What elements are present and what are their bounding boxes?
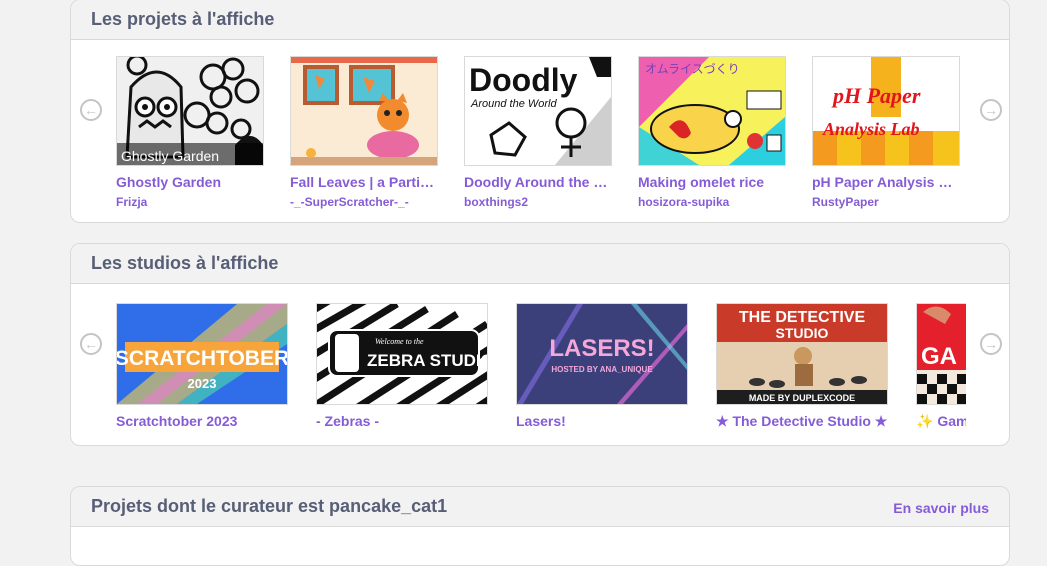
curated-projects-header: Projets dont le curateur est pancake_cat… [71, 487, 1009, 527]
studio-title[interactable]: ★ The Detective Studio ★ [716, 413, 888, 430]
thumb-caption: LASERS! [549, 335, 654, 362]
thumb-footer: MADE BY DUPLEXCODE [749, 393, 855, 403]
project-thumbnail[interactable]: オムライスづくり [638, 56, 786, 166]
project-title[interactable]: Fall Leaves | a Particle Engine [290, 174, 438, 190]
studio-title[interactable]: Lasers! [516, 413, 688, 429]
featured-studios-title: Les studios à l'affiche [91, 253, 279, 273]
project-title[interactable]: pH Paper Analysis Lab [812, 174, 960, 190]
project-author[interactable]: hosizora-supika [638, 195, 786, 209]
studio-title[interactable]: ✨ Games ✨ [916, 413, 966, 430]
thumb-caption: SCRATCHTOBER [117, 347, 287, 370]
studio-thumbnail[interactable]: SCRATCHTOBER 2023 [116, 303, 288, 405]
project-title[interactable]: Doodly Around the World [464, 174, 612, 190]
thumb-subcaption: Welcome to the [375, 337, 424, 346]
thumb-caption: Ghostly Garden [121, 148, 219, 164]
studio-thumbnail[interactable]: LASERS! HOSTED BY ANA_UNIQUE [516, 303, 688, 405]
thumb-subcaption: Around the World [470, 98, 557, 110]
studio-thumbnail[interactable]: GA [916, 303, 966, 405]
project-thumbnail[interactable]: pH Paper Analysis Lab [812, 56, 960, 166]
carousel-prev-arrow-icon[interactable]: ← [80, 333, 102, 355]
featured-projects-box: Les projets à l'affiche ← → Ghostly Gard… [70, 0, 1010, 223]
carousel-next-arrow-icon[interactable]: → [980, 99, 1002, 121]
thumb-caption: オムライスづくり [645, 62, 740, 76]
studio-thumbnail[interactable]: Welcome to the ZEBRA STUDIO [316, 303, 488, 405]
thumb-subcaption: 2023 [188, 376, 217, 391]
curated-projects-title: Projets dont le curateur est pancake_cat… [91, 496, 448, 516]
thumb-caption: Doodly [469, 62, 578, 98]
project-author[interactable]: RustyPaper [812, 195, 960, 209]
thumb-subcaption: HOSTED BY ANA_UNIQUE [551, 365, 653, 374]
thumb-caption: pH Paper [831, 83, 921, 108]
thumb-caption: ZEBRA STUDIO [367, 351, 487, 370]
project-author[interactable]: Frizja [116, 195, 264, 209]
project-title[interactable]: Ghostly Garden [116, 174, 264, 190]
project-thumbnail[interactable]: Doodly Around the World [464, 56, 612, 166]
studio-card[interactable]: GA ✨ Games ✨ [916, 303, 966, 433]
thumb-subcaption: STUDIO [776, 325, 829, 341]
project-title[interactable]: Making omelet rice [638, 174, 786, 190]
project-thumbnail[interactable]: Ghostly Garden [116, 56, 264, 166]
thumb-caption: THE DETECTIVE [739, 309, 866, 326]
featured-projects-title: Les projets à l'affiche [91, 9, 275, 29]
project-author[interactable]: boxthings2 [464, 195, 612, 209]
curated-projects-box: Projets dont le curateur est pancake_cat… [70, 486, 1010, 566]
project-thumbnail[interactable] [290, 56, 438, 166]
featured-projects-header: Les projets à l'affiche [71, 0, 1009, 40]
carousel-prev-arrow-icon[interactable]: ← [80, 99, 102, 121]
studio-title[interactable]: Scratchtober 2023 [116, 413, 288, 429]
project-author[interactable]: -_-SuperScratcher-_- [290, 195, 438, 209]
carousel-next-arrow-icon[interactable]: → [980, 333, 1002, 355]
studio-title[interactable]: - Zebras - [316, 413, 488, 429]
studio-thumbnail[interactable]: THE DETECTIVE STUDIO MADE BY DUPLEXCODE [716, 303, 888, 405]
featured-studios-box: Les studios à l'affiche ← → SCRATCHTOBER… [70, 243, 1010, 446]
featured-studios-header: Les studios à l'affiche [71, 244, 1009, 284]
learn-more-link[interactable]: En savoir plus [893, 500, 989, 516]
thumb-caption: GA [921, 343, 957, 370]
thumb-subcaption: Analysis Lab [822, 119, 920, 139]
